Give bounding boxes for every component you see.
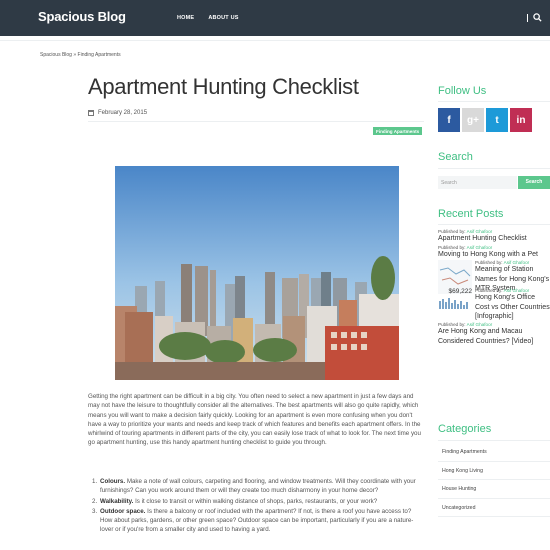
categories-heading: Categories [438,423,492,435]
search-input[interactable]: Search [438,176,517,189]
search-toggle-button[interactable] [527,13,543,23]
twitter-icon[interactable]: t [486,108,508,132]
nav-about[interactable]: ABOUT US [208,15,238,21]
widget-divider [438,224,550,225]
recent-post-link[interactable]: Moving to Hong Kong with a Pet [438,250,550,260]
divider [527,14,528,22]
author-link[interactable]: Asif Ghafoor [467,245,493,250]
list-item-term: Walkability. [100,497,134,505]
site-header: Spacious Blog HOME ABOUT US [0,0,550,36]
list-item: Published by: Asif Ghafoor Apartment Hun… [438,229,550,244]
search-icon [533,13,542,22]
post-meta: February 28, 2015 [88,110,147,116]
site-title[interactable]: Spacious Blog [38,9,126,24]
post-date[interactable]: February 28, 2015 [98,110,147,116]
widget-divider [438,101,550,102]
widget-divider [438,440,550,441]
list-item: Published by: Asif Ghafoor Moving to Hon… [438,245,550,260]
featured-image [115,166,399,380]
search-button[interactable]: Search [518,176,550,189]
page-title: Apartment Hunting Checklist [88,74,359,99]
checklist: 1. Colours. Make a note of wall colours,… [92,477,422,536]
social-links: f g+ t in [438,108,532,132]
categories-list: Finding Apartments Hong Kong Living Hous… [438,443,550,517]
linkedin-icon[interactable]: in [510,108,532,132]
list-item-term: Colours. [100,478,126,485]
follow-us-heading: Follow Us [438,85,487,97]
meta-divider [88,121,424,122]
category-link[interactable]: Uncategorized [438,499,550,517]
bar-thumbnail [439,298,468,310]
list-item-text: Is there a balcony or roof included with… [100,507,414,534]
bullet: 1. [92,478,98,485]
list-item: 3. Outdoor space. Is there a balcony or … [92,507,422,535]
list-item-text: Is it close to transit or within walking… [133,497,378,505]
search-heading: Search [438,151,473,163]
calendar-icon [88,110,94,116]
recent-post-link[interactable]: Hong Kong's Office Cost vs Other Countri… [475,293,550,322]
article-intro: Getting the right apartment can be diffi… [88,393,421,447]
main-nav: HOME ABOUT US [177,15,239,21]
recent-post-link[interactable]: Apartment Hunting Checklist [438,234,550,244]
header-divider [0,40,550,41]
list-item-text: Make a note of wall colours, carpeting a… [100,478,416,495]
breadcrumb[interactable]: Spacious Blog » Finding Apartments [40,52,121,58]
list-item: Published by: Asif Ghafoor Are Hong Kong… [438,322,550,346]
google-plus-icon[interactable]: g+ [462,108,484,132]
city-skyline-image [115,166,399,380]
recent-posts-heading: Recent Posts [438,208,504,220]
list-item: $69,222 Published by: Asif Ghafoor Hong … [438,288,550,322]
recent-post-link[interactable]: Are Hong Kong and Macau Considered Count… [438,327,550,346]
bullet: 3. [92,507,98,515]
widget-divider [438,168,550,169]
nav-home[interactable]: HOME [177,15,194,21]
thumbnail-value: $69,222 [448,288,473,296]
category-link[interactable]: Hong Kong Living [438,462,550,480]
facebook-icon[interactable]: f [438,108,460,132]
list-item: 2. Walkability. Is it close to transit o… [92,497,422,506]
category-link[interactable]: House Hunting [438,480,550,499]
list-item: 1. Colours. Make a note of wall colours,… [92,477,422,496]
list-item-term: Outdoor space. [100,507,146,515]
category-badge[interactable]: Finding Apartments [373,127,423,135]
post-thumbnail[interactable]: $69,222 [438,288,472,316]
bullet: 2. [92,497,98,505]
category-link[interactable]: Finding Apartments [438,443,550,462]
recent-posts-list: Published by: Asif Ghafoor Apartment Hun… [438,229,550,346]
